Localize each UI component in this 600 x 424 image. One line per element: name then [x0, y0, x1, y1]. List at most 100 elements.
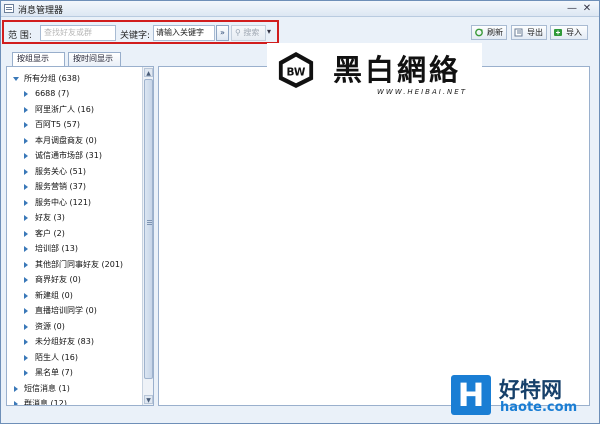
tree-item[interactable]: 商界好友 (0): [21, 273, 141, 287]
collapsed-arrow-icon: [24, 277, 28, 283]
haote-logo: H 好特网 haote.com: [447, 373, 597, 419]
scrollbar-thumb[interactable]: [144, 79, 153, 379]
collapsed-arrow-icon: [24, 153, 28, 159]
tree-item[interactable]: 阿里浙广人 (16): [21, 103, 141, 117]
tree-item[interactable]: 其他部门同事好友 (201): [21, 258, 141, 272]
tree-item-label: 群消息 (12): [24, 399, 67, 406]
refresh-button[interactable]: 刷新: [471, 25, 507, 40]
collapsed-arrow-icon: [24, 354, 28, 361]
tree-item[interactable]: 服务营销 (37): [21, 180, 141, 194]
keyword-input[interactable]: 请输入关键字: [153, 25, 215, 41]
message-manager-window: 消息管理器 — ✕ 范 围: 查找好友或群 关键字: 请输入关键字 » ⚲ 搜索…: [0, 0, 600, 424]
range-label: 范 围:: [8, 31, 32, 41]
collapsed-arrow-icon: [24, 137, 28, 144]
collapsed-arrow-icon: [24, 323, 28, 330]
tree-root-label: 所有分组 (638): [24, 74, 81, 83]
search-button[interactable]: ⚲ 搜索: [231, 25, 266, 41]
tree-item-label: 黑名单 (7): [35, 368, 73, 377]
tree-item[interactable]: 新建组 (0): [21, 289, 141, 303]
more-options-button[interactable]: »: [216, 25, 229, 41]
tree-item[interactable]: 服务关心 (51): [21, 165, 141, 179]
tree-item-label: 资源 (0): [35, 321, 65, 331]
export-icon: [514, 28, 523, 37]
tree-item-label: 本月调盘商友 (0): [35, 135, 97, 145]
tree-item[interactable]: 诚信通市场部 (31): [21, 149, 141, 163]
tree-item[interactable]: 百阿T5 (57): [21, 118, 141, 132]
tree-item-sms[interactable]: 短信消息 (1): [11, 382, 141, 396]
collapsed-arrow-icon: [24, 246, 28, 252]
minimize-button[interactable]: —: [566, 3, 578, 15]
import-label: 导入: [566, 28, 582, 37]
collapsed-arrow-icon: [24, 339, 28, 345]
collapsed-arrow-icon: [24, 230, 28, 237]
scroll-up-icon[interactable]: ▲: [144, 68, 153, 77]
collapsed-arrow-icon: [14, 401, 18, 405]
tree-item-label: 阿里浙广人 (16): [35, 104, 94, 114]
collapsed-arrow-icon: [24, 184, 28, 190]
refresh-label: 刷新: [487, 28, 503, 37]
export-label: 导出: [527, 28, 543, 37]
tree-item[interactable]: 直播培训同学 (0): [21, 304, 141, 318]
tree-root-all-groups[interactable]: 所有分组 (638): [11, 72, 141, 86]
export-button[interactable]: 导出: [511, 25, 547, 40]
collapsed-arrow-icon: [24, 122, 28, 128]
tab-group-view[interactable]: 按组显示: [12, 52, 65, 66]
refresh-icon: [475, 28, 483, 37]
tree-item[interactable]: 培训部 (13): [21, 242, 141, 256]
range-input[interactable]: 查找好友或群: [40, 25, 116, 41]
collapsed-arrow-icon: [24, 292, 28, 299]
tree-item-label: 商界好友 (0): [35, 275, 81, 284]
tree-item[interactable]: 资源 (0): [21, 320, 141, 334]
search-label: 搜索: [243, 28, 260, 37]
import-icon: [554, 29, 562, 36]
watermark-text: 黑白網絡: [333, 53, 462, 87]
import-button[interactable]: 导入: [550, 25, 588, 40]
tree-item[interactable]: 黑名单 (7): [21, 366, 141, 380]
svg-text:BW: BW: [287, 67, 306, 79]
tree-item[interactable]: 未分组好友 (83): [21, 335, 141, 349]
chevron-down-icon[interactable]: ▾: [267, 27, 271, 36]
tree-item-label: 好友 (3): [35, 213, 65, 222]
tree-item-label: 客户 (2): [35, 228, 65, 238]
window-title: 消息管理器: [18, 6, 64, 16]
collapsed-arrow-icon: [24, 106, 28, 113]
title-bar[interactable]: 消息管理器 — ✕: [1, 1, 599, 17]
vertical-scrollbar[interactable]: ▲ ▼: [142, 67, 153, 405]
tree-item-label: 6688 (7): [35, 89, 70, 98]
message-content-pane: [158, 66, 590, 406]
tree-item[interactable]: 6688 (7): [21, 87, 141, 101]
collapsed-arrow-icon: [24, 199, 28, 206]
tree-item-label: 服务营销 (37): [35, 182, 86, 191]
tree-item-label: 直播培训同学 (0): [35, 306, 97, 315]
collapsed-arrow-icon: [14, 386, 18, 392]
close-button[interactable]: ✕: [581, 3, 593, 15]
haote-logo-letter: H: [457, 376, 485, 414]
collapsed-arrow-icon: [24, 261, 28, 268]
tab-time-view[interactable]: 按时间显示: [68, 52, 121, 66]
scroll-down-icon[interactable]: ▼: [144, 395, 153, 404]
tree-item-group-messages[interactable]: 群消息 (12): [11, 397, 141, 406]
group-tree: 所有分组 (638) 6688 (7) 阿里浙广人 (16) 百阿T5 (57)…: [7, 67, 143, 406]
app-icon: [4, 4, 14, 13]
tree-item[interactable]: 本月调盘商友 (0): [21, 134, 141, 148]
watermark-url: WWW.HEIBAI.NET: [377, 88, 467, 96]
grip-icon: [147, 220, 152, 221]
tree-item[interactable]: 服务中心 (121): [21, 196, 141, 210]
tree-item[interactable]: 陌生人 (16): [21, 351, 141, 365]
collapsed-arrow-icon: [24, 168, 28, 175]
heibai-logo-icon: BW: [278, 51, 314, 89]
tree-item-label: 新建组 (0): [35, 290, 73, 300]
heibai-watermark: BW 黑白網絡 WWW.HEIBAI.NET: [267, 43, 482, 103]
tree-item-label: 培训部 (13): [35, 244, 78, 253]
tree-item[interactable]: 好友 (3): [21, 211, 141, 225]
tree-item-label: 短信消息 (1): [24, 384, 70, 393]
tree-item-label: 陌生人 (16): [35, 352, 78, 362]
tree-item-label: 百阿T5 (57): [35, 120, 80, 129]
tree-item-label: 未分组好友 (83): [35, 337, 94, 346]
collapsed-arrow-icon: [24, 215, 28, 221]
keyword-label: 关键字:: [120, 31, 151, 41]
collapsed-arrow-icon: [24, 370, 28, 376]
collapsed-arrow-icon: [24, 308, 28, 314]
tree-item-label: 诚信通市场部 (31): [35, 151, 102, 160]
tree-item[interactable]: 客户 (2): [21, 227, 141, 241]
